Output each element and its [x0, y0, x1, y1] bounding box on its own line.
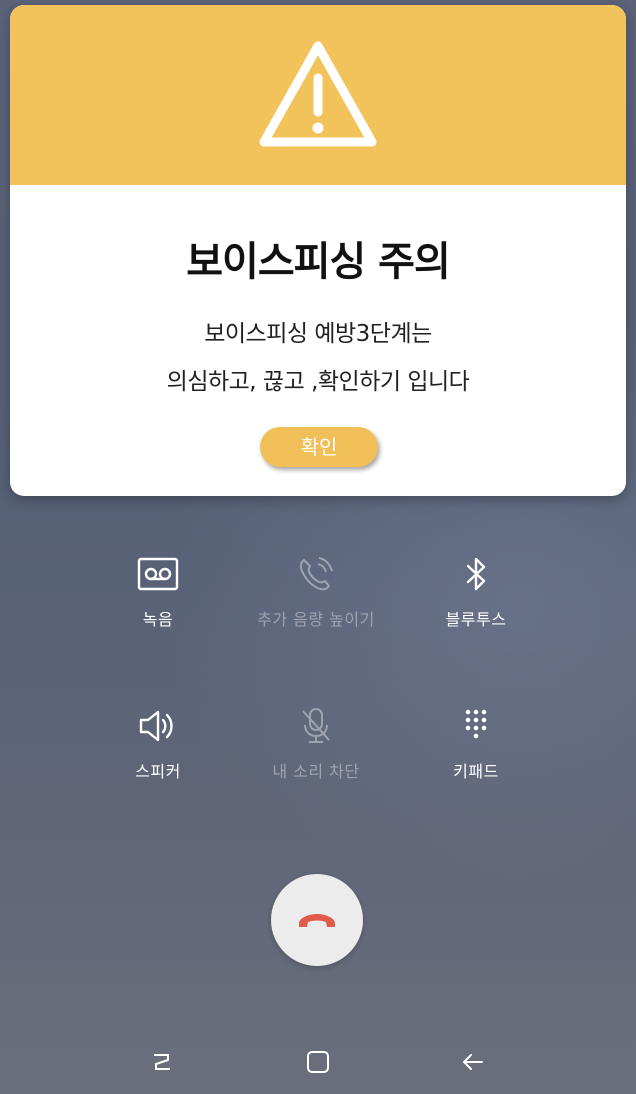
recent-apps-icon[interactable] [146, 1046, 178, 1078]
bluetooth-button[interactable]: 블루투스 [386, 552, 566, 630]
confirm-button[interactable]: 확인 [260, 427, 378, 467]
mic-mute-icon [302, 708, 330, 743]
keypad-label: 키패드 [453, 762, 499, 781]
extra-volume-button[interactable]: 추가 음량 높이기 [226, 552, 406, 630]
back-icon[interactable] [456, 1046, 488, 1078]
voicemail-icon [137, 557, 179, 591]
mute-label: 내 소리 차단 [272, 762, 360, 781]
record-button[interactable]: 녹음 [68, 552, 248, 630]
speaker-label: 스피커 [135, 762, 181, 781]
home-icon[interactable] [302, 1046, 334, 1078]
hang-up-icon [299, 914, 335, 927]
alert-message-line2: 의심하고, 끊고 ,확인하기 입니다 [166, 369, 470, 395]
bluetooth-icon [466, 557, 486, 591]
alert-title: 보이스피싱 주의 [186, 239, 451, 285]
warning-triangle-icon [259, 41, 377, 147]
keypad-button[interactable]: 키패드 [386, 704, 566, 782]
speaker-button[interactable]: 스피커 [68, 704, 248, 782]
keypad-icon [465, 709, 487, 739]
speaker-icon [139, 710, 173, 742]
alert-message-line1: 보이스피싱 예방3단계는 [204, 321, 432, 347]
mute-button[interactable]: 내 소리 차단 [226, 704, 406, 782]
end-call-button[interactable] [271, 874, 363, 966]
record-label: 녹음 [142, 610, 174, 629]
extra-volume-label: 추가 음량 높이기 [257, 610, 375, 629]
call-volume-icon [299, 557, 333, 591]
bluetooth-label: 블루투스 [445, 610, 507, 629]
alert-header [10, 5, 626, 185]
phishing-alert-dialog: 보이스피싱 주의 보이스피싱 예방3단계는 의심하고, 끊고 ,확인하기 입니다… [10, 5, 626, 496]
